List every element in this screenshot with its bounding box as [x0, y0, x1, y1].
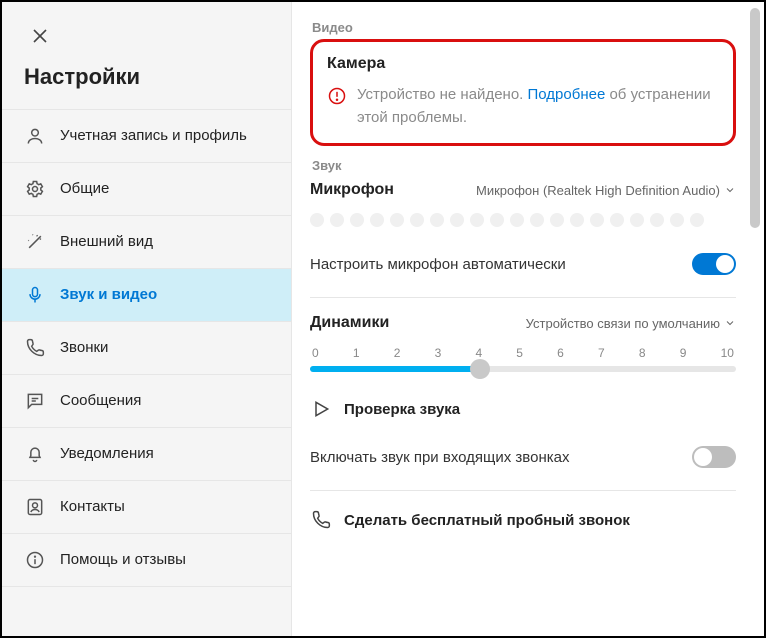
settings-sidebar: Настройки Учетная запись и профиль Общие…: [2, 2, 292, 636]
sidebar-item-help[interactable]: Помощь и отзывы: [2, 533, 291, 587]
sidebar-item-label: Общие: [60, 179, 109, 199]
test-call-button[interactable]: Сделать бесплатный пробный звонок: [310, 509, 736, 531]
scrollbar[interactable]: [750, 8, 760, 630]
ring-incoming-label: Включать звук при входящих звонках: [310, 449, 569, 466]
video-section-label: Видео: [312, 20, 736, 35]
sidebar-item-label: Уведомления: [60, 444, 154, 464]
scrollbar-thumb[interactable]: [750, 8, 760, 228]
sidebar-item-label: Внешний вид: [60, 232, 153, 252]
slider-thumb[interactable]: [470, 359, 490, 379]
sidebar-item-audio-video[interactable]: Звук и видео: [2, 268, 291, 322]
sidebar-title: Настройки: [2, 56, 291, 110]
sidebar-item-label: Сообщения: [60, 391, 141, 411]
gear-icon: [24, 178, 46, 200]
microphone-level-meter: [310, 213, 736, 227]
camera-title: Камера: [327, 52, 719, 76]
ring-incoming-toggle[interactable]: [692, 446, 736, 468]
user-icon: [24, 125, 46, 147]
camera-error-text: Устройство не найдено. Подробнее об устр…: [357, 84, 719, 129]
play-icon: [310, 398, 332, 420]
sidebar-item-notifications[interactable]: Уведомления: [2, 427, 291, 481]
contacts-icon: [24, 496, 46, 518]
auto-mic-toggle[interactable]: [692, 253, 736, 275]
sidebar-item-label: Звук и видео: [60, 285, 157, 305]
settings-main: Видео Камера Устройство не найдено. Подр…: [292, 2, 764, 531]
auto-mic-label: Настроить микрофон автоматически: [310, 256, 566, 273]
slider-fill: [310, 366, 480, 372]
sidebar-item-messages[interactable]: Сообщения: [2, 374, 291, 428]
speakers-volume-slider[interactable]: 012345678910: [310, 346, 736, 372]
close-icon: [32, 28, 48, 44]
chevron-down-icon: [724, 317, 736, 329]
microphone-device-dropdown[interactable]: Микрофон (Realtek High Definition Audio): [476, 183, 736, 198]
speakers-device-dropdown[interactable]: Устройство связи по умолчанию: [526, 316, 736, 331]
chevron-down-icon: [724, 184, 736, 196]
sidebar-item-label: Звонки: [60, 338, 108, 358]
camera-error-block: Камера Устройство не найдено. Подробнее …: [310, 39, 736, 146]
wand-icon: [24, 231, 46, 253]
sidebar-item-general[interactable]: Общие: [2, 162, 291, 216]
microphone-title: Микрофон: [310, 181, 394, 199]
sidebar-item-account[interactable]: Учетная запись и профиль: [2, 109, 291, 163]
bell-icon: [24, 443, 46, 465]
close-button[interactable]: [20, 16, 60, 56]
chat-icon: [24, 390, 46, 412]
speakers-title: Динамики: [310, 314, 389, 332]
test-audio-button[interactable]: Проверка звука: [310, 398, 736, 420]
alert-icon: [327, 86, 347, 106]
sidebar-item-calls[interactable]: Звонки: [2, 321, 291, 375]
microphone-icon: [24, 284, 46, 306]
divider: [310, 490, 736, 491]
camera-error-link[interactable]: Подробнее: [528, 86, 606, 103]
sidebar-item-contacts[interactable]: Контакты: [2, 480, 291, 534]
sidebar-item-label: Учетная запись и профиль: [60, 126, 247, 146]
info-icon: [24, 549, 46, 571]
phone-icon: [24, 337, 46, 359]
divider: [310, 297, 736, 298]
slider-scale: 012345678910: [310, 346, 736, 360]
sidebar-item-appearance[interactable]: Внешний вид: [2, 215, 291, 269]
sidebar-item-label: Помощь и отзывы: [60, 550, 186, 570]
sidebar-item-label: Контакты: [60, 497, 125, 517]
sound-section-label: Звук: [312, 158, 736, 173]
phone-icon: [310, 509, 332, 531]
